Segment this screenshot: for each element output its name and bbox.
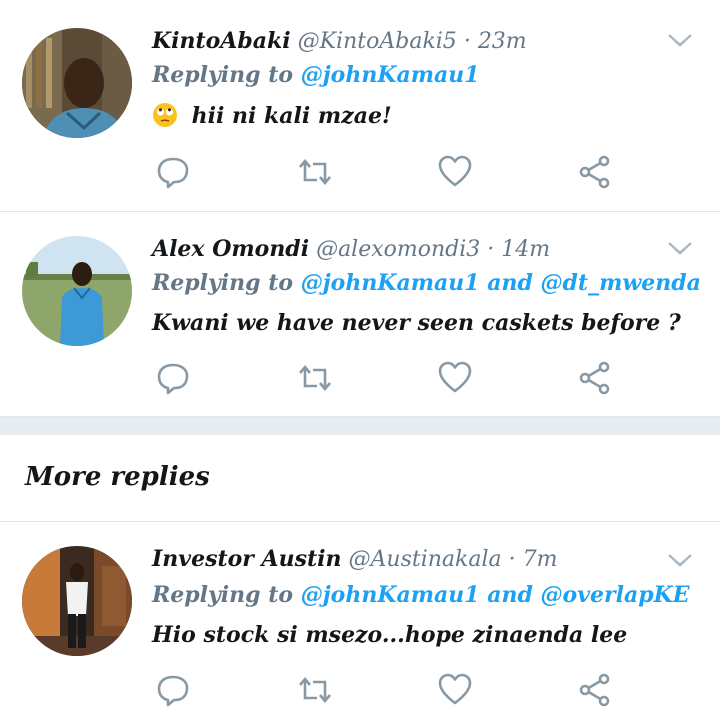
replying-label: Replying to: [152, 582, 294, 608]
replying-to-line: Replying to @johnKamau1 and @dt_mwenda: [152, 270, 701, 296]
reply-icon[interactable]: [155, 154, 191, 190]
face-with-rolling-eyes-icon: [153, 103, 177, 127]
reply-icon[interactable]: [155, 360, 191, 396]
heart-icon[interactable]: [437, 360, 473, 396]
chevron-down-icon[interactable]: [665, 30, 695, 50]
mention-link[interactable]: @johnKamau1: [301, 582, 480, 608]
share-icon[interactable]: [577, 672, 613, 708]
tweet-header: Investor Austin @Austinakala · 7m: [152, 546, 557, 572]
tweet-header: Alex Omondi @alexomondi3 · 14m: [152, 236, 550, 262]
tweet-text-line: hii ni kali mzae!: [152, 102, 392, 129]
avatar[interactable]: [22, 28, 132, 138]
timestamp[interactable]: 23m: [478, 29, 527, 54]
mention-link[interactable]: @overlapKE: [541, 582, 690, 608]
section-gap: [0, 417, 720, 435]
mention-link[interactable]: @dt_mwenda: [541, 270, 701, 296]
and-word: and: [487, 270, 533, 296]
retweet-icon[interactable]: [297, 154, 333, 190]
display-name[interactable]: Investor Austin: [152, 546, 342, 572]
and-word: and: [487, 582, 533, 608]
avatar[interactable]: [22, 546, 132, 656]
tweet-text: hii ni kali mzae!: [191, 103, 392, 129]
separator-dot: ·: [463, 29, 471, 54]
share-icon[interactable]: [577, 360, 613, 396]
share-icon[interactable]: [577, 154, 613, 190]
separator-dot: ·: [508, 547, 516, 572]
tweet-text: Kwani we have never seen caskets before …: [152, 310, 681, 336]
user-handle[interactable]: @Austinakala: [349, 547, 502, 572]
chevron-down-icon[interactable]: [665, 550, 695, 570]
reply-icon[interactable]: [155, 672, 191, 708]
more-replies-heading[interactable]: More replies: [25, 462, 210, 492]
tweet-text: Hio stock si msezo...hope zinaenda lee: [152, 622, 628, 648]
user-handle[interactable]: @alexomondi3: [316, 237, 480, 262]
mention-link[interactable]: @johnKamau1: [301, 270, 480, 296]
tweet-1[interactable]: KintoAbaki @KintoAbaki5 · 23m Replying t…: [0, 0, 720, 210]
tweet-2[interactable]: Alex Omondi @alexomondi3 · 14m Replying …: [0, 212, 720, 416]
replying-to-line: Replying to @johnKamau1: [152, 62, 480, 88]
replying-to-line: Replying to @johnKamau1 and @overlapKE: [152, 582, 689, 608]
tweet-3[interactable]: Investor Austin @Austinakala · 7m Replyi…: [0, 522, 720, 727]
user-handle[interactable]: @KintoAbaki5: [298, 29, 457, 54]
timestamp[interactable]: 14m: [501, 237, 550, 262]
section-divider: [0, 416, 720, 417]
avatar[interactable]: [22, 236, 132, 346]
tweet-header: KintoAbaki @KintoAbaki5 · 23m: [152, 28, 527, 54]
replying-label: Replying to: [152, 270, 294, 296]
chevron-down-icon[interactable]: [665, 238, 695, 258]
separator-dot: ·: [487, 237, 495, 262]
retweet-icon[interactable]: [297, 672, 333, 708]
heart-icon[interactable]: [437, 672, 473, 708]
display-name[interactable]: Alex Omondi: [152, 236, 309, 262]
timestamp[interactable]: 7m: [523, 547, 558, 572]
avatar-image-3: [22, 546, 132, 656]
heart-icon[interactable]: [437, 154, 473, 190]
avatar-image-1: [22, 28, 132, 138]
avatar-image-2: [22, 236, 132, 346]
retweet-icon[interactable]: [297, 360, 333, 396]
replying-label: Replying to: [152, 62, 294, 88]
display-name[interactable]: KintoAbaki: [152, 28, 291, 54]
mention-link[interactable]: @johnKamau1: [301, 62, 480, 88]
